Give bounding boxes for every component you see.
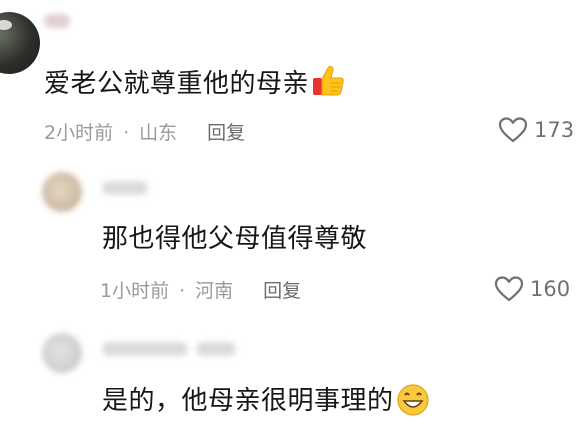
grinning-face-icon: [396, 383, 430, 417]
username-blurred[interactable]: [102, 342, 188, 356]
comment-text: 爱老公就尊重他的母亲: [44, 64, 345, 100]
like-count: 160: [530, 277, 571, 301]
heart-icon: [494, 276, 524, 302]
reply-button[interactable]: 回复: [207, 122, 245, 144]
avatar[interactable]: [0, 12, 40, 74]
comment-text: 是的，他母亲很明事理的: [102, 383, 430, 417]
comment-time: 1小时前: [100, 280, 170, 302]
username-blurred[interactable]: [102, 181, 148, 195]
username-badge-blurred: [196, 342, 236, 356]
comment-meta: 1小时前 · 河南 回复: [100, 279, 301, 303]
comment-location: 山东: [139, 122, 178, 144]
comment-text: 那也得他父母值得尊敬: [102, 224, 368, 254]
comment-time: 2小时前: [44, 122, 114, 144]
separator-dot: ·: [123, 122, 130, 144]
avatar[interactable]: [42, 333, 82, 373]
comment-meta: 2小时前 · 山东 回复: [44, 121, 245, 145]
like-count: 173: [534, 118, 575, 142]
avatar[interactable]: [42, 172, 82, 212]
username-blurred[interactable]: [44, 14, 70, 28]
reply-button[interactable]: 回复: [263, 280, 301, 302]
comment-location: 河南: [195, 280, 234, 302]
separator-dot: ·: [179, 280, 186, 302]
like-button[interactable]: 173: [498, 116, 574, 144]
thumbs-up-icon: [311, 64, 345, 98]
heart-icon: [498, 117, 528, 143]
like-button[interactable]: 160: [494, 275, 570, 303]
